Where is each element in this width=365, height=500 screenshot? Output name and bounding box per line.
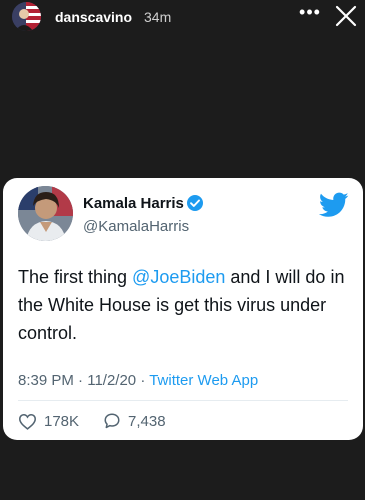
tweet-time[interactable]: 8:39 PM [18, 372, 74, 389]
meta-separator: · [73, 372, 88, 389]
meta-separator: · [136, 372, 150, 389]
like-count: 178K [44, 412, 80, 430]
tweet-date[interactable]: 11/2/20 [87, 372, 136, 389]
verified-badge-icon [186, 194, 204, 212]
story-header: danscavino 34m ••• [0, 0, 365, 36]
reply-count: 7,438 [128, 412, 166, 430]
user-handle[interactable]: @KamalaHarris [83, 218, 189, 235]
mention-link[interactable]: @JoeBiden [132, 267, 225, 287]
story-username[interactable]: danscavino [55, 9, 132, 25]
ellipsis-icon[interactable]: ••• [298, 3, 322, 24]
speech-bubble-icon[interactable] [103, 412, 121, 430]
tweet-card[interactable]: Kamala Harris @KamalaHarris The first th… [3, 178, 363, 440]
story-avatar[interactable] [12, 2, 41, 31]
heart-icon[interactable] [18, 413, 37, 430]
like-button[interactable]: 178K [18, 411, 79, 431]
reply-button[interactable]: 7,438 [103, 411, 166, 431]
story-time-ago: 34m [144, 9, 172, 25]
tweet-text: The first thing @JoeBiden and I will do … [18, 263, 348, 347]
display-name[interactable]: Kamala Harris [83, 195, 184, 212]
divider [18, 400, 348, 401]
tweet-meta: 8:39 PM · 11/2/20 · Twitter Web App [18, 372, 348, 389]
tweet-text-start: The first thing [18, 267, 133, 287]
twitter-bird-icon [318, 192, 349, 218]
tweet-source[interactable]: Twitter Web App [149, 372, 258, 389]
profile-avatar[interactable] [18, 186, 73, 241]
close-icon[interactable] [333, 3, 359, 29]
